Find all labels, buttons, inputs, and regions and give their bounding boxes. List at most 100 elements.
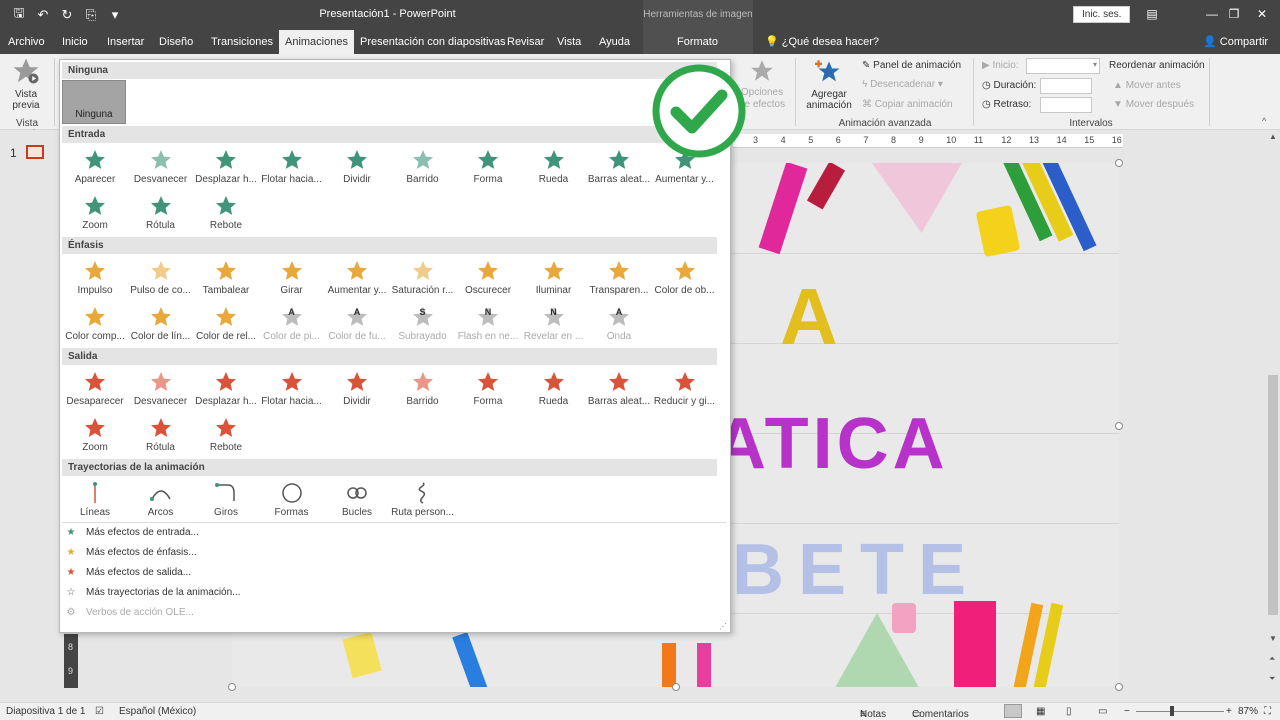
animation-effect-item[interactable]: Formas [259,479,325,523]
animation-effect-item[interactable]: Forma [455,368,521,412]
close-icon[interactable]: ✕ [1250,4,1274,24]
animation-effect-item[interactable]: Color de rel... [193,303,259,347]
reading-view-icon[interactable]: ▯ [1066,706,1072,717]
animation-effect-item[interactable]: Bucles [324,479,390,523]
spellcheck-icon[interactable]: ☑ [95,706,104,717]
move-earlier-button[interactable]: ▲ Mover antes [1113,80,1181,91]
animation-effect-item[interactable]: Flotar hacia... [259,368,325,412]
animation-pane-button[interactable]: ✎ Panel de animación [862,60,961,71]
fit-slide-icon[interactable]: ⛶ [1264,706,1271,717]
slide-thumbnail[interactable] [26,145,44,159]
animation-effect-item[interactable]: Desvanecer [128,368,194,412]
tab-ayuda[interactable]: Ayuda [595,30,634,54]
tab-transiciones[interactable]: Transiciones [207,30,277,54]
animation-effect-item[interactable]: Líneas [62,479,128,523]
resize-handle-right[interactable] [1115,422,1123,430]
animation-effect-item[interactable]: Rebote [193,414,259,458]
trigger-button[interactable]: ϟ Desencadenar ▾ [862,79,943,90]
tab-animaciones[interactable]: Animaciones [279,30,354,54]
animation-effect-item[interactable]: Ruta person... [390,479,456,523]
tab-diseño[interactable]: Diseño [155,30,197,54]
animation-effect-item[interactable]: Giros [193,479,259,523]
animation-effect-item[interactable]: Desvanecer [128,146,194,190]
animation-effect-item[interactable]: Barras aleat... [586,146,652,190]
animation-effect-item[interactable]: Desplazar h... [193,146,259,190]
animation-effect-item[interactable]: Aumentar y... [324,257,390,301]
animation-effect-item[interactable]: Rueda [521,368,587,412]
sign-in-button[interactable]: Inic. ses. [1073,6,1131,23]
animation-effect-item[interactable]: Transparen... [586,257,652,301]
animation-effect-item[interactable]: Dividir [324,146,390,190]
animation-effect-item[interactable]: Reducir y gi... [652,368,718,412]
move-later-button[interactable]: ▼ Mover después [1113,99,1194,110]
add-animation-button[interactable]: Agregar animación [800,58,858,118]
animation-effect-item[interactable]: Rebote [193,192,259,236]
animation-effect-item[interactable]: Zoom [62,192,128,236]
tab-vista[interactable]: Vista [553,30,585,54]
animation-effect-item[interactable]: Rótula [128,414,194,458]
animation-effect-item[interactable]: Dividir [324,368,390,412]
zoom-in-button[interactable]: + [1226,706,1232,717]
more-effects-link[interactable]: ☆ Más trayectorias de la animación... [64,587,241,598]
resize-handle-bottom[interactable] [672,683,680,691]
minimize-icon[interactable]: — [1200,4,1224,24]
animation-effect-item[interactable]: Oscurecer [455,257,521,301]
more-effects-link[interactable]: ★ Más efectos de énfasis... [64,547,197,558]
collapse-ribbon-icon[interactable]: ^ [1262,116,1266,126]
animation-effect-item[interactable]: Pulso de co... [128,257,194,301]
animation-effect-item[interactable]: Rótula [128,192,194,236]
animation-effect-item[interactable]: Girar [259,257,325,301]
animation-effect-item[interactable]: Impulso [62,257,128,301]
delay-input[interactable] [1040,97,1092,113]
animation-effect-item[interactable]: Aparecer [62,146,128,190]
animation-effect-item[interactable]: Barrido [390,146,456,190]
scroll-thumb[interactable] [1268,375,1278,615]
animation-effect-item[interactable]: Forma [455,146,521,190]
more-effects-link[interactable]: ★ Más efectos de salida... [64,567,192,578]
animation-effect-item[interactable]: Color de lín... [128,303,194,347]
tab-insertar[interactable]: Insertar [103,30,148,54]
animation-effect-item[interactable]: Barras aleat... [586,368,652,412]
animation-effect-item[interactable]: Iluminar [521,257,587,301]
restore-icon[interactable]: ❐ [1222,4,1246,24]
slide-sorter-icon[interactable]: ▦ [1036,706,1045,717]
animation-effect-item[interactable]: Saturación r... [390,257,456,301]
zoom-slider[interactable] [1136,711,1224,712]
resize-handle-bottom-left[interactable] [228,683,236,691]
resize-handle-top-right[interactable] [1115,159,1123,167]
animation-effect-item[interactable]: Flotar hacia... [259,146,325,190]
scroll-up-arrow-icon[interactable]: ▲ [1269,132,1277,141]
next-slide-icon[interactable]: ⏷ [1269,674,1275,684]
animation-effect-item[interactable]: Rueda [521,146,587,190]
tab-presentación-con-diapositivas[interactable]: Presentación con diapositivas [356,30,510,54]
duration-input[interactable] [1040,78,1092,94]
zoom-slider-thumb[interactable] [1170,706,1174,716]
tab-formato[interactable]: Formato [673,30,722,54]
animation-effect-item[interactable]: Desaparecer [62,368,128,412]
animation-effect-item[interactable]: Arcos [128,479,194,523]
slideshow-view-icon[interactable]: ▭ [1098,706,1107,717]
resize-handle-bottom-right[interactable] [1115,683,1123,691]
zoom-level[interactable]: 87% [1238,706,1258,717]
normal-view-icon[interactable] [1004,704,1022,718]
zoom-out-button[interactable]: − [1124,706,1130,717]
tab-inicio[interactable]: Inicio [58,30,92,54]
animation-effect-item[interactable]: Color de ob... [652,257,718,301]
animation-painter-button[interactable]: ⌘ Copiar animación [862,99,953,110]
share-button[interactable]: 👤 Compartir [1203,30,1268,54]
animation-effect-item[interactable]: Zoom [62,414,128,458]
tab-revisar[interactable]: Revisar [503,30,548,54]
tab-archivo[interactable]: Archivo [4,30,49,54]
scroll-down-arrow-icon[interactable]: ▼ [1269,634,1277,643]
prev-slide-icon[interactable]: ⏶ [1269,654,1275,664]
ribbon-options-icon[interactable]: ▤ [1140,4,1164,24]
tell-me-search[interactable]: 💡 ¿Qué desea hacer? [765,30,879,54]
more-effects-link[interactable]: ★ Más efectos de entrada... [64,527,199,538]
vertical-scrollbar[interactable]: ▲ ▼ ⏶ ⏷ [1266,130,1280,702]
resize-grip-icon[interactable]: ⋰ [719,622,727,631]
animation-effect-item[interactable]: Desplazar h... [193,368,259,412]
animation-effect-item[interactable]: Tambalear [193,257,259,301]
animation-effect-item[interactable]: Color comp... [62,303,128,347]
language-indicator[interactable]: Español (México) [119,706,196,717]
animation-none[interactable]: Ninguna [62,80,126,124]
